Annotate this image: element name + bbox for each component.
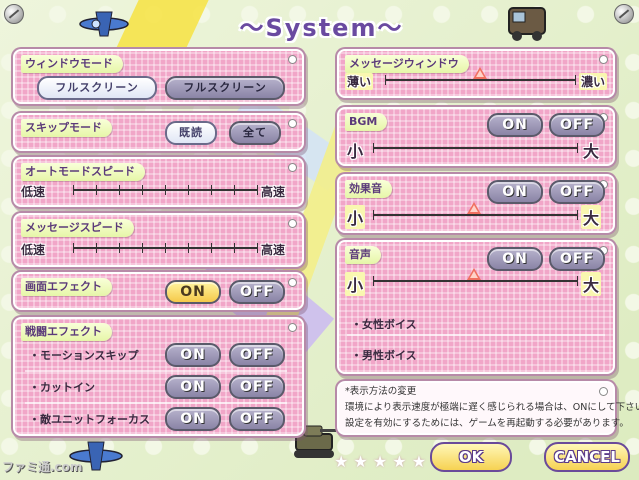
screen-effect-off-button[interactable]: OFF — [229, 280, 285, 304]
panel-dot-icon — [288, 323, 297, 332]
note-panel: *表示方法の変更 環境により表示速度が極端に遅く感じられる場合は、ONにして下さ… — [337, 381, 639, 435]
se-min-label: 小 — [345, 205, 366, 229]
page-title: 〜System〜 — [239, 14, 404, 42]
voice-panel: 音声 ON OFF 小 大 ・女性ボイス ・男性ボイス — [337, 240, 615, 374]
battle-effect-label: 戦闘エフェクト — [21, 323, 112, 341]
message-window-min-label: 薄い — [345, 73, 374, 90]
fighter-plane-icon — [79, 11, 129, 37]
se-slider-thumb[interactable] — [467, 202, 481, 214]
panel-dot-icon — [599, 387, 608, 396]
auto-speed-min-label: 低速 — [21, 185, 46, 199]
cut-in-off-button[interactable]: OFF — [229, 375, 285, 399]
note-line-1: 環境により表示速度が極端に遅く感じられる場合は、ONにして下さい。 — [345, 402, 639, 413]
cancel-button[interactable]: CANCEL — [544, 442, 630, 472]
se-slider[interactable] — [373, 202, 578, 220]
screen-effect-on-button[interactable]: ON — [165, 280, 221, 304]
bgm-slider[interactable] — [373, 143, 578, 153]
skip-mode-label: スキップモード — [21, 119, 112, 137]
voice-on-button[interactable]: ON — [487, 247, 543, 271]
bgm-max-label: 大 — [583, 142, 600, 161]
window-mode-label: ウィンドウモード — [21, 55, 123, 73]
cut-in-on-button[interactable]: ON — [165, 375, 221, 399]
screen-effect-panel: 画面エフェクト ON OFF — [13, 272, 304, 310]
bgm-label: BGM — [345, 113, 388, 131]
window-mode-option-a-button[interactable]: フルスクリーン — [37, 76, 157, 100]
voice-min-label: 小 — [345, 272, 366, 296]
voice-slider[interactable] — [373, 268, 578, 286]
window-mode-option-b-button[interactable]: フルスクリーン — [165, 76, 285, 100]
bgm-min-label: 小 — [347, 142, 364, 161]
cut-in-label: ・カットイン — [29, 381, 95, 394]
auto-speed-panel: オートモードスピード 低速 高速 — [13, 157, 304, 207]
panel-dot-icon — [599, 55, 608, 64]
skip-read-button[interactable]: 既読 — [165, 121, 217, 145]
message-speed-max-label: 高速 — [261, 243, 286, 257]
voice-off-button[interactable]: OFF — [549, 247, 605, 271]
message-window-panel: メッセージウィンドウ 薄い 濃い — [337, 49, 615, 98]
se-max-label: 大 — [581, 205, 602, 229]
panel-dot-icon — [288, 219, 297, 228]
ok-button[interactable]: OK — [430, 442, 512, 472]
motion-skip-on-button[interactable]: ON — [165, 343, 221, 367]
se-panel: 効果音 ON OFF 小 大 — [337, 174, 615, 233]
row-divider — [25, 402, 287, 404]
message-window-label: メッセージウィンドウ — [345, 55, 469, 73]
panel-dot-icon — [288, 163, 297, 172]
female-voice-label[interactable]: ・女性ボイス — [351, 316, 417, 332]
screen-effect-label: 画面エフェクト — [21, 278, 112, 296]
note-heading: *表示方法の変更 — [345, 386, 417, 397]
message-speed-slider[interactable] — [73, 243, 258, 253]
watermark-text: ファミ通.com — [2, 460, 83, 474]
skip-all-button[interactable]: 全て — [229, 121, 281, 145]
window-mode-panel: ウィンドウモード フルスクリーン フルスクリーン — [13, 49, 304, 104]
voice-slider-thumb[interactable] — [467, 268, 481, 280]
voice-max-label: 大 — [581, 272, 602, 296]
panel-dot-icon — [288, 55, 297, 64]
truck-icon — [508, 7, 546, 41]
message-window-slider[interactable] — [385, 67, 576, 85]
row-divider — [347, 334, 605, 336]
bgm-off-button[interactable]: OFF — [549, 113, 605, 137]
enemy-focus-on-button[interactable]: ON — [165, 407, 221, 431]
se-label: 効果音 — [345, 180, 392, 198]
message-window-max-label: 濃い — [579, 73, 608, 90]
motion-skip-label: ・モーションスキップ — [29, 349, 139, 362]
battle-effect-panel: 戦闘エフェクト ・モーションスキップ ON OFF ・カットイン ON OFF … — [13, 317, 304, 436]
screw-icon — [614, 4, 634, 24]
bgm-panel: BGM ON OFF 小 大 — [337, 107, 615, 166]
message-speed-min-label: 低速 — [21, 243, 46, 257]
enemy-focus-off-button[interactable]: OFF — [229, 407, 285, 431]
screw-icon — [4, 4, 24, 24]
auto-speed-label: オートモードスピード — [21, 163, 145, 181]
bgm-on-button[interactable]: ON — [487, 113, 543, 137]
voice-label: 音声 — [345, 246, 381, 264]
message-speed-panel: メッセージスピード 低速 高速 — [13, 213, 304, 267]
male-voice-label[interactable]: ・男性ボイス — [351, 347, 417, 363]
note-line-2: 設定を有効にするためには、ゲームを再起動する必要があります。 — [345, 418, 629, 429]
motion-skip-off-button[interactable]: OFF — [229, 343, 285, 367]
message-speed-label: メッセージスピード — [21, 219, 134, 237]
message-window-slider-thumb[interactable] — [473, 67, 487, 79]
star-decoration-icon: ★ ★ ★ ★ ★ — [334, 452, 427, 471]
panel-dot-icon — [288, 119, 297, 128]
auto-speed-slider[interactable] — [73, 185, 258, 195]
se-on-button[interactable]: ON — [487, 180, 543, 204]
se-off-button[interactable]: OFF — [549, 180, 605, 204]
enemy-focus-label: ・敵ユニットフォーカス — [29, 413, 150, 426]
auto-speed-max-label: 高速 — [261, 185, 286, 199]
skip-mode-panel: スキップモード 既読 全て — [13, 113, 304, 151]
row-divider — [25, 370, 287, 372]
panel-dot-icon — [288, 278, 297, 287]
